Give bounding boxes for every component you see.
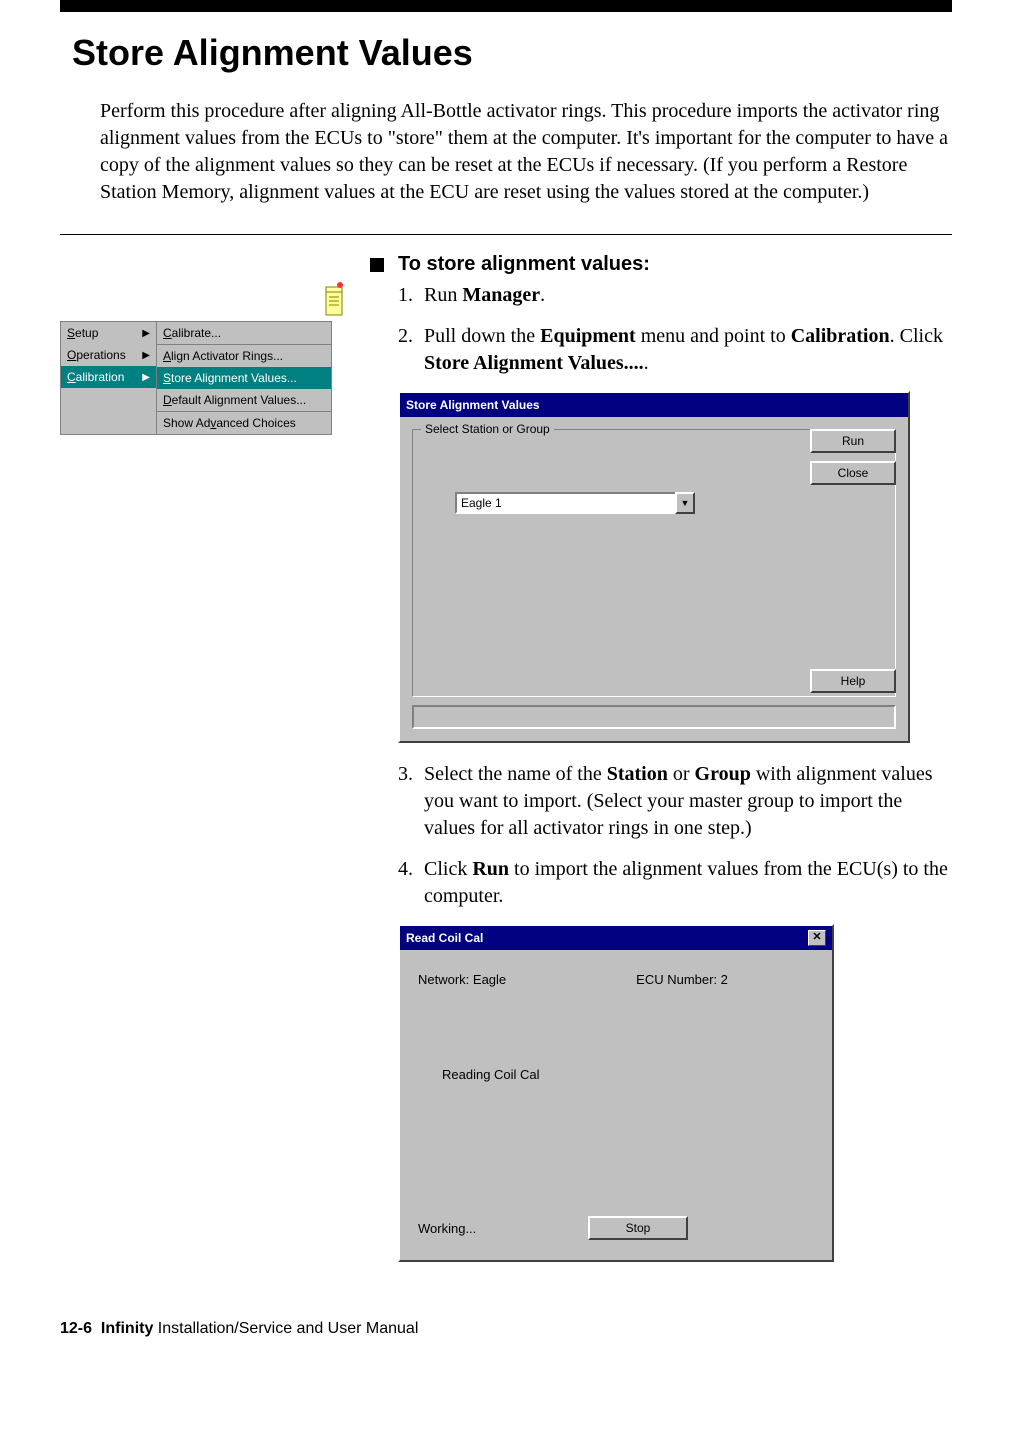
footer-page-number: 12-6: [60, 1320, 92, 1337]
menu-label: S: [67, 326, 75, 340]
dialog-title-text: Read Coil Cal: [406, 931, 483, 945]
step-text: .: [644, 352, 649, 374]
equipment-menu-figure: Setup ▶ Operations ▶ Calibration ▶ Calib…: [60, 321, 332, 435]
combo-input[interactable]: Eagle 1: [455, 492, 675, 514]
step-text: Pull down the: [424, 325, 540, 347]
dialog-titlebar: Store Alignment Values: [400, 393, 908, 417]
step-3: 3. Select the name of the Station or Gro…: [398, 761, 952, 842]
tip-note-icon: [320, 281, 348, 317]
step-text: Click: [424, 858, 472, 880]
dialog-title-text: Store Alignment Values: [406, 398, 540, 412]
submenu-item-align[interactable]: Align Activator Rings...: [157, 344, 331, 367]
submenu-arrow-icon: ▶: [142, 372, 150, 383]
menu-item-setup[interactable]: Setup ▶: [61, 322, 156, 344]
step-2: 2. Pull down the Equipment menu and poin…: [398, 323, 952, 377]
chevron-down-icon: ▼: [681, 498, 690, 508]
step-number: 2.: [398, 323, 424, 350]
store-alignment-values-dialog: Store Alignment Values Select Station or…: [398, 391, 910, 743]
menu-item-operations[interactable]: Operations ▶: [61, 344, 156, 366]
step-text: .: [540, 284, 545, 306]
step-text: . Click: [890, 325, 943, 347]
submenu-item-default[interactable]: Default Alignment Values...: [157, 389, 331, 411]
network-label: Network: Eagle: [418, 972, 506, 987]
menu-label-rest: perations: [76, 348, 125, 362]
step-text: menu and point to: [636, 325, 791, 347]
submenu-item-calibrate[interactable]: Calibrate...: [157, 322, 331, 344]
step-text-bold: Store Alignment Values....: [424, 352, 644, 374]
step-text-bold: Run: [472, 858, 509, 880]
read-coil-cal-dialog: Read Coil Cal ✕ Network: Eagle ECU Numbe…: [398, 924, 834, 1262]
group-box-label: Select Station or Group: [421, 422, 554, 436]
menu-label: C: [67, 370, 76, 384]
reading-status-label: Reading Coil Cal: [442, 1067, 814, 1082]
close-icon[interactable]: ✕: [808, 930, 826, 946]
step-text-bold: Equipment: [540, 325, 636, 347]
step-text-bold: Calibration: [791, 325, 890, 347]
step-number: 1.: [398, 282, 424, 309]
section-bullet-icon: [370, 258, 384, 272]
step-number: 4.: [398, 856, 424, 883]
page-title: Store Alignment Values: [72, 32, 952, 74]
menu-label-rest: etup: [75, 326, 98, 340]
step-text: Run: [424, 284, 462, 306]
close-button[interactable]: Close: [810, 461, 896, 485]
station-group-combo[interactable]: Eagle 1 ▼: [455, 492, 695, 514]
stop-button[interactable]: Stop: [588, 1216, 688, 1240]
footer-title-bold: Infinity: [101, 1320, 153, 1337]
step-text-bold: Manager: [462, 284, 540, 306]
step-text-bold: Station: [607, 763, 668, 785]
menu-label: O: [67, 348, 76, 362]
run-button[interactable]: Run: [810, 429, 896, 453]
submenu-arrow-icon: ▶: [142, 328, 150, 339]
dialog-titlebar: Read Coil Cal ✕: [400, 926, 832, 950]
menu-label-rest: alibration: [76, 370, 125, 384]
menu-item-calibration[interactable]: Calibration ▶: [61, 366, 156, 388]
status-bar: [412, 705, 896, 729]
submenu-item-advanced[interactable]: Show Advanced Choices: [157, 411, 331, 434]
step-number: 3.: [398, 761, 424, 788]
working-status-label: Working...: [418, 1221, 588, 1236]
footer-title-rest: Installation/Service and User Manual: [153, 1320, 418, 1337]
combo-dropdown-button[interactable]: ▼: [675, 492, 695, 514]
page-top-bar: [60, 0, 952, 12]
help-button[interactable]: Help: [810, 669, 896, 693]
step-text: Select the name of the: [424, 763, 607, 785]
step-1: 1. Run Manager.: [398, 282, 952, 309]
ecu-number-label: ECU Number: 2: [636, 972, 728, 987]
submenu-arrow-icon: ▶: [142, 350, 150, 361]
step-4: 4. Click Run to import the alignment val…: [398, 856, 952, 910]
step-text: or: [668, 763, 695, 785]
step-text-bold: Group: [695, 763, 751, 785]
procedure-heading: To store alignment values:: [398, 253, 650, 276]
divider: [60, 234, 952, 235]
page-footer: 12-6 Infinity Installation/Service and U…: [60, 1320, 952, 1338]
submenu-item-store[interactable]: Store Alignment Values...: [157, 367, 331, 389]
intro-paragraph: Perform this procedure after aligning Al…: [100, 98, 952, 206]
